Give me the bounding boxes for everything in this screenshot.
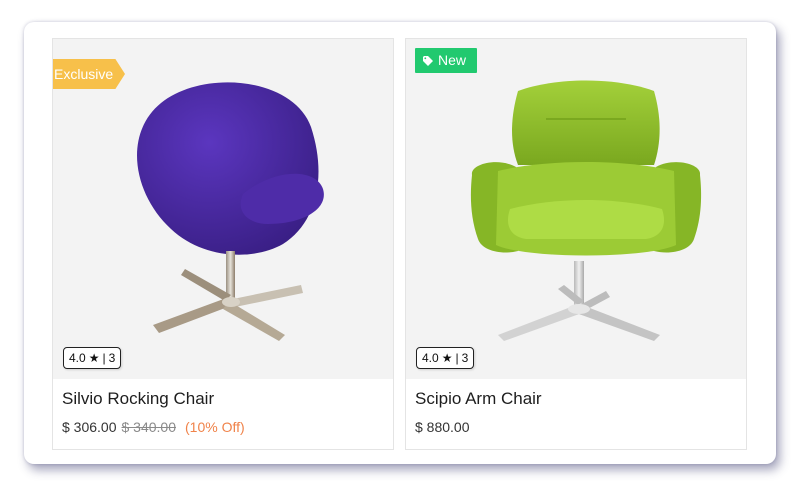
product-grid: Exclusive 4.0 ★ | 3 Silvio Rocking Chair… [24, 22, 776, 464]
new-badge-label: New [438, 52, 467, 68]
rating-count: 3 [461, 351, 469, 365]
new-badge: New [415, 48, 477, 73]
rating-count: 3 [108, 351, 116, 365]
green-armchair-image [470, 80, 702, 341]
star-icon: ★ [441, 351, 453, 365]
product-card[interactable]: New 4.0 ★ | 3 Scipio Arm Chair $ 880.00 [405, 38, 747, 450]
tag-icon [423, 55, 433, 66]
rating-value: 4.0 [422, 351, 439, 365]
original-price: $ 340.00 [121, 419, 177, 435]
purple-chair-image [137, 82, 324, 341]
product-title[interactable]: Scipio Arm Chair [415, 389, 542, 409]
exclusive-badge: Exclusive [53, 59, 125, 89]
star-icon: ★ [88, 351, 100, 365]
rating-separator: | [455, 351, 459, 365]
rating-badge: 4.0 ★ | 3 [416, 347, 475, 369]
discount-label: (10% Off) [185, 419, 245, 435]
product-image[interactable]: Exclusive 4.0 ★ | 3 [53, 39, 393, 379]
product-image[interactable]: New 4.0 ★ | 3 [406, 39, 746, 379]
price-row: $ 880.00 [415, 419, 470, 435]
current-price: $ 306.00 [62, 419, 117, 435]
rating-badge: 4.0 ★ | 3 [63, 347, 122, 369]
rating-value: 4.0 [69, 351, 86, 365]
price-row: $ 306.00 $ 340.00 (10% Off) [62, 419, 245, 435]
rating-separator: | [102, 351, 106, 365]
product-card[interactable]: Exclusive 4.0 ★ | 3 Silvio Rocking Chair… [52, 38, 394, 450]
product-title[interactable]: Silvio Rocking Chair [62, 389, 214, 409]
current-price: $ 880.00 [415, 419, 470, 435]
